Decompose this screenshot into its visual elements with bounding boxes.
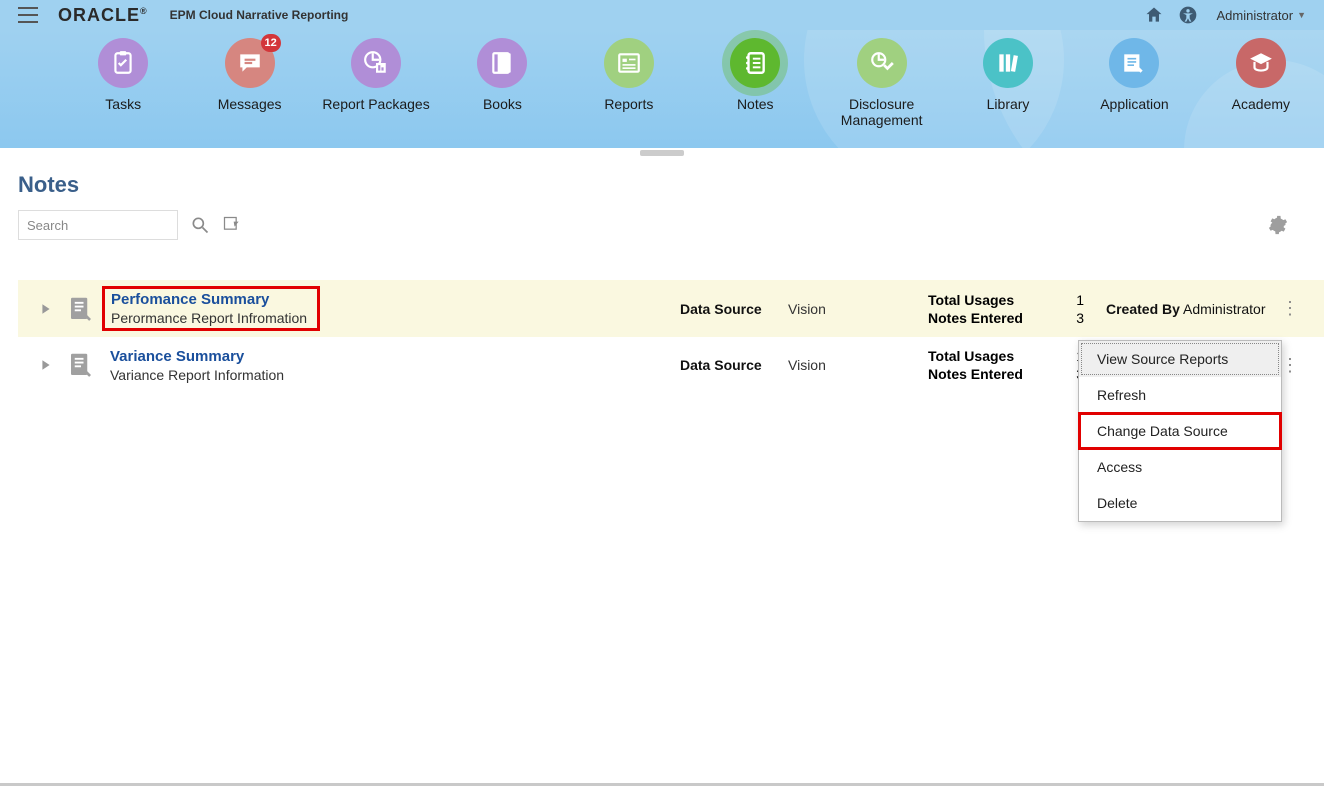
nav-item-application[interactable]: Application <box>1071 38 1197 138</box>
note-icon <box>66 294 96 324</box>
data-source-label: Data Source <box>680 301 788 317</box>
notes-entered-label: Notes Entered <box>928 310 1058 326</box>
nav-item-books[interactable]: Books <box>439 38 565 138</box>
nav-label: Academy <box>1198 96 1324 112</box>
nav-item-tasks[interactable]: Tasks <box>60 38 186 138</box>
row-title[interactable]: Variance Summary <box>110 348 680 365</box>
nav-item-disclosure-management[interactable]: DisclosureManagement <box>818 38 944 138</box>
menu-item-refresh[interactable]: Refresh <box>1079 377 1281 413</box>
nav-item-reports[interactable]: Reports <box>566 38 692 138</box>
nav-label: Books <box>439 96 565 112</box>
gear-icon[interactable] <box>1268 215 1288 235</box>
hamburger-menu[interactable] <box>18 7 38 23</box>
notes-entered-value: 3 <box>1068 310 1084 326</box>
nav-label: Library <box>945 96 1071 112</box>
springboard-nav: Tasks 12 Messages Report Packages Books … <box>0 30 1324 148</box>
product-name: EPM Cloud Narrative Reporting <box>170 8 349 22</box>
tasks-icon <box>98 38 148 88</box>
messages-icon: 12 <box>225 38 275 88</box>
note-icon <box>66 350 96 380</box>
nav-item-academy[interactable]: Academy <box>1198 38 1324 138</box>
notes-icon <box>730 38 780 88</box>
row-subtitle: Variance Report Information <box>110 367 680 383</box>
nav-item-messages[interactable]: 12 Messages <box>186 38 312 138</box>
expand-icon[interactable] <box>40 359 52 371</box>
menu-item-view-source-reports[interactable]: View Source Reports <box>1079 341 1281 377</box>
chevron-down-icon: ▼ <box>1297 10 1306 20</box>
nav-label: Notes <box>692 96 818 112</box>
data-source-label: Data Source <box>680 357 788 373</box>
row-subtitle: Perormance Report Infromation <box>111 310 307 326</box>
menu-item-delete[interactable]: Delete <box>1079 485 1281 521</box>
total-usages-label: Total Usages <box>928 292 1058 308</box>
menu-item-access[interactable]: Access <box>1079 449 1281 485</box>
list-row[interactable]: Perfomance Summary Perormance Report Infr… <box>18 280 1324 337</box>
search-icon[interactable] <box>190 215 210 235</box>
oracle-logo: ORACLE® <box>58 5 148 26</box>
books-icon <box>477 38 527 88</box>
total-usages-value: 1 <box>1068 292 1084 308</box>
data-source-value: Vision <box>788 301 928 317</box>
nav-item-notes[interactable]: Notes <box>692 38 818 138</box>
home-icon[interactable] <box>1143 4 1165 26</box>
more-actions-icon[interactable]: ⋮ <box>1277 298 1304 319</box>
nav-item-report-packages[interactable]: Report Packages <box>313 38 439 138</box>
badge: 12 <box>261 34 281 52</box>
application-icon <box>1109 38 1159 88</box>
total-usages-label: Total Usages <box>928 348 1058 364</box>
nav-label: Tasks <box>60 96 186 112</box>
toolbar <box>18 210 1324 240</box>
row-title[interactable]: Perfomance Summary <box>111 291 307 308</box>
library-icon <box>983 38 1033 88</box>
academy-icon <box>1236 38 1286 88</box>
context-menu: View Source ReportsRefreshChange Data So… <box>1078 340 1282 522</box>
page-title: Notes <box>18 172 1324 198</box>
user-name: Administrator <box>1217 8 1294 23</box>
search-input[interactable] <box>18 210 178 240</box>
nav-label: Messages <box>186 96 312 112</box>
user-menu[interactable]: Administrator ▼ <box>1217 8 1307 23</box>
filter-icon[interactable] <box>222 215 242 235</box>
expand-icon[interactable] <box>40 303 52 315</box>
disclosure-icon <box>857 38 907 88</box>
nav-label: Reports <box>566 96 692 112</box>
topbar: ORACLE® EPM Cloud Narrative Reporting Ad… <box>0 0 1324 30</box>
reports-icon <box>604 38 654 88</box>
nav-label: DisclosureManagement <box>818 96 944 128</box>
footer-divider <box>0 783 1324 786</box>
report-packages-icon <box>351 38 401 88</box>
menu-item-change-data-source[interactable]: Change Data Source <box>1079 413 1281 449</box>
notes-entered-label: Notes Entered <box>928 366 1058 382</box>
accessibility-icon[interactable] <box>1177 4 1199 26</box>
nav-item-library[interactable]: Library <box>945 38 1071 138</box>
nav-label: Report Packages <box>313 96 439 112</box>
data-source-value: Vision <box>788 357 928 373</box>
nav-label: Application <box>1071 96 1197 112</box>
created-by: Created By Administrator <box>1106 301 1266 317</box>
